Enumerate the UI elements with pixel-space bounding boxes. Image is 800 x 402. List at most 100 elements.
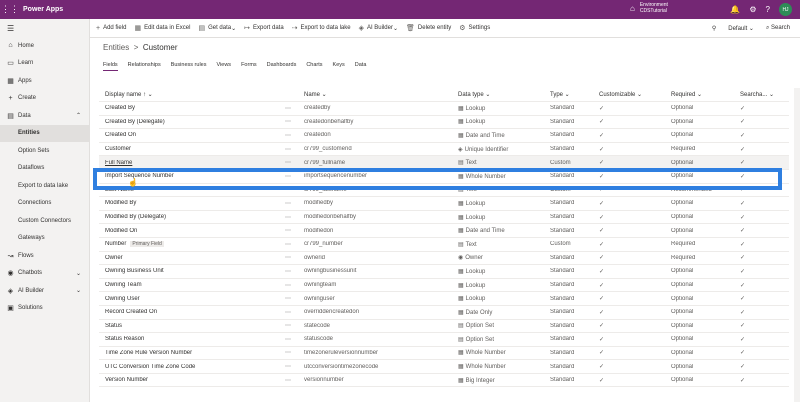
table-row[interactable]: Created On ⋯ createdon ▦ Date and Time Standa… [99,129,789,143]
table-row[interactable]: Owning Team ⋯ owningteam ▦ Lookup Standard ✓ Op… [99,279,789,293]
more-options-icon[interactable]: ⋯ [285,146,299,153]
display-name-cell[interactable]: Status [105,323,280,329]
help-icon[interactable]: ? [766,5,770,14]
display-name-cell[interactable]: Owning User [105,296,280,302]
display-name[interactable]: Created By [105,105,135,111]
table-row[interactable]: Owning User ⋯ owninguser ▦ Lookup Standard ✓ Op… [99,292,789,306]
table-row[interactable]: Owning Business Unit ⋯ owningbusinessunit ▦… [99,265,789,279]
table-row[interactable]: Time Zone Rule Version Number ⋯ timezoneru… [99,347,789,361]
sidebar-item[interactable]: Option Sets [0,142,89,160]
display-name[interactable]: Modified By (Delegate) [105,214,166,220]
toolbar-button[interactable]: 🗑 Delete entity [406,24,451,32]
toolbar-button[interactable]: ⇢ Export to data lake [292,24,351,32]
tab[interactable]: Dashboards [267,62,297,71]
tab[interactable]: Forms [241,62,257,71]
display-name-cell[interactable]: Customer [105,146,280,152]
table-row[interactable]: Modified By ⋯ modifiedby ▦ Lookup Standard ✓ Op… [99,197,789,211]
toolbar-button[interactable]: ⚙ Settings [459,24,490,32]
more-options-icon[interactable]: ⋯ [285,214,299,221]
display-name-cell[interactable]: Record Created On [105,309,280,315]
table-row[interactable]: Status ⋯ statecode ▤ Option Set Standard ✓ Opti… [99,320,789,334]
breadcrumb-entities[interactable]: Entities [103,43,129,52]
more-options-icon[interactable]: ⋯ [285,363,299,370]
toolbar-button[interactable]: ↦ Export data [244,24,284,32]
hamburger-icon[interactable]: ☰ [0,19,89,37]
display-name[interactable]: Status [105,323,122,329]
filter-icon[interactable]: ⚲ [712,25,716,32]
tab[interactable]: Relationships [128,62,161,71]
display-name[interactable]: Last Name [105,187,134,193]
header-customizable[interactable]: Customizable ⌄ [599,91,667,98]
chevron-icon[interactable]: ⌄ [76,270,81,277]
display-name-cell[interactable]: Modified On [105,228,280,234]
more-options-icon[interactable]: ⋯ [285,186,299,193]
gear-icon[interactable]: ⚙ [749,5,756,14]
header-searchable[interactable]: Searcha... ⌄ [740,91,785,98]
display-name-cell[interactable]: Created By (Delegate) [105,119,280,125]
display-name[interactable]: Created On [105,132,136,138]
sidebar-item[interactable]: ▣ Solutions [0,300,89,318]
display-name-cell[interactable]: Owner [105,255,280,261]
more-options-icon[interactable]: ⋯ [285,227,299,234]
tab[interactable]: Business rules [171,62,207,71]
header-display-name[interactable]: Display name ↑ ⌄ [105,91,280,98]
table-row[interactable]: Owner ⋯ ownerid ◉ Owner Standard ✓ Required ✓ [99,252,789,266]
sidebar-item[interactable]: ↝ Flows [0,247,89,265]
display-name[interactable]: Owning Team [105,282,142,288]
sidebar-item[interactable]: Entities [0,124,89,142]
sidebar-item[interactable]: Export to data lake [0,177,89,195]
display-name[interactable]: Owner [105,255,123,261]
display-name-cell[interactable]: Version Number [105,377,280,383]
more-options-icon[interactable]: ⋯ [285,118,299,125]
display-name-cell[interactable]: Time Zone Rule Version Number [105,350,280,356]
sidebar-item[interactable]: ⌂ Home [0,37,89,55]
header-name[interactable]: Name ⌄ [304,91,454,98]
more-options-icon[interactable]: ⋯ [285,268,299,275]
display-name[interactable]: UTC Conversion Time Zone Code [105,364,195,370]
more-options-icon[interactable]: ⋯ [285,132,299,139]
sidebar-item[interactable]: ▭ Learn [0,55,89,73]
toolbar-button[interactable]: + Add field [96,25,126,32]
display-name-cell[interactable]: Modified By (Delegate) [105,214,280,220]
table-row[interactable]: Record Created On ⋯ overriddencreatedon ▦ Da… [99,306,789,320]
display-name-cell[interactable]: Created On [105,132,280,138]
display-name[interactable]: Number [105,241,126,247]
tab[interactable]: Data [355,62,367,71]
table-row[interactable]: Import Sequence Number ⋯ importsequencenum… [99,170,789,184]
more-options-icon[interactable]: ⋯ [285,309,299,316]
tab[interactable]: Views [216,62,231,71]
avatar[interactable]: HJ [779,3,792,16]
tab[interactable]: Charts [306,62,322,71]
app-launcher-icon[interactable]: ⋮⋮ [0,0,20,19]
display-name[interactable]: Status Reason [105,336,144,342]
tab[interactable]: Keys [333,62,345,71]
header-required[interactable]: Required ⌄ [671,91,739,98]
display-name-cell[interactable]: Owning Team [105,282,280,288]
display-name-cell[interactable]: Status Reason [105,336,280,342]
display-name[interactable]: Created By (Delegate) [105,119,165,125]
display-name[interactable]: Owning Business Unit [105,268,164,274]
table-row[interactable]: Customer ⋯ cr799_customerid ◈ Unique Identif… [99,143,789,157]
display-name-cell[interactable]: Created By [105,105,280,111]
more-options-icon[interactable]: ⋯ [285,377,299,384]
table-row[interactable]: Modified By (Delegate) ⋯ modifiedonbehalfb… [99,211,789,225]
table-row[interactable]: Number Primary Field ⋯ cr799_number ▤ Text Cus… [99,238,789,252]
sidebar-item[interactable]: ◈ AI Builder ⌄ [0,282,89,300]
table-row[interactable]: UTC Conversion Time Zone Code ⋯ utcconvers… [99,360,789,374]
toolbar-button[interactable]: ▤ Get data ⌄ [198,24,236,32]
app-title[interactable]: Power Apps [23,6,63,13]
table-row[interactable]: Last Name ⋯ cr799_lastname ▤ Text Custom ✓ Reco… [99,184,789,198]
display-name[interactable]: Modified By [105,200,136,206]
more-options-icon[interactable]: ⋯ [285,173,299,180]
toolbar-button[interactable]: ▦ Edit data in Excel [134,24,190,32]
more-options-icon[interactable]: ⋯ [285,349,299,356]
display-name-cell[interactable]: UTC Conversion Time Zone Code [105,364,280,370]
display-name-cell[interactable]: Full Name [105,160,280,166]
display-name[interactable]: Import Sequence Number [105,173,174,179]
table-row[interactable]: Full Name ⋯ cr799_fullname ▤ Text Custom ✓ Opti… [99,156,789,170]
more-options-icon[interactable]: ⋯ [285,336,299,343]
tab[interactable]: Fields [103,62,118,71]
more-options-icon[interactable]: ⋯ [285,254,299,261]
display-name[interactable]: Owning User [105,296,140,302]
table-row[interactable]: Modified On ⋯ modifiedon ▦ Date and Time Stan… [99,224,789,238]
